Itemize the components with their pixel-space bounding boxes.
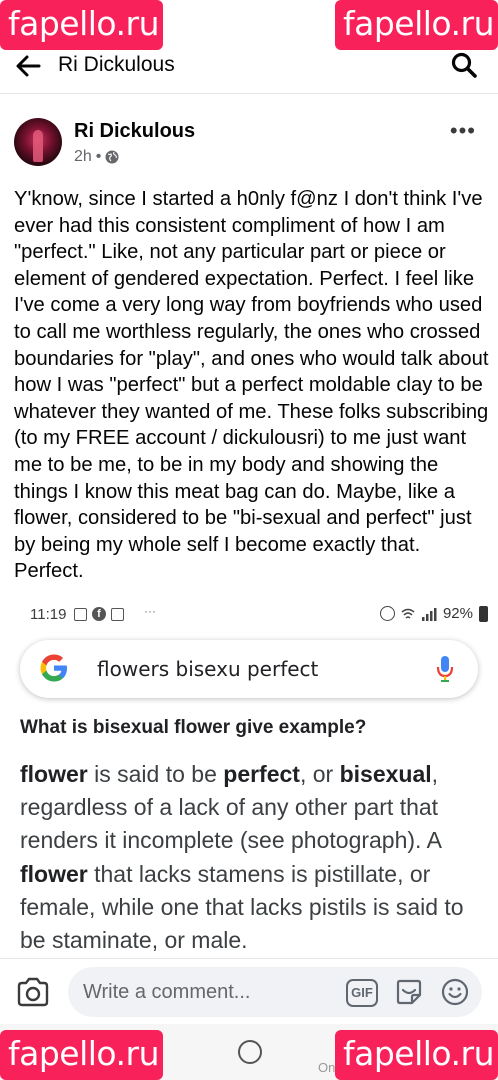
google-logo-icon — [40, 654, 67, 682]
answer-keyword: flower — [20, 860, 88, 887]
answer-text: is said to be — [87, 761, 224, 787]
gallery-icon — [74, 607, 87, 621]
embedded-status-bar: 11:19 f ··· 92% — [0, 600, 498, 630]
search-icon[interactable] — [450, 51, 478, 79]
comment-bar: Write a comment... GIF — [0, 958, 498, 1024]
home-button[interactable] — [238, 1040, 262, 1064]
post-text: Y'know, since I started a h0nly f@nz I d… — [14, 188, 489, 583]
gif-icon[interactable]: GIF — [346, 979, 378, 1007]
facebook-icon: f — [92, 607, 106, 621]
microphone-icon — [436, 656, 454, 682]
comment-input[interactable]: Write a comment... GIF — [68, 967, 482, 1017]
signal-icon — [421, 607, 437, 621]
camera-icon[interactable] — [16, 977, 50, 1007]
answer-keyword: flower — [20, 761, 88, 787]
post-meta: 2h • — [74, 148, 119, 166]
answer-text: , or — [299, 761, 340, 787]
globe-icon — [105, 150, 119, 164]
embedded-system-icons: 92% — [379, 605, 488, 622]
google-search-bar: flowers bisexu perfect — [20, 640, 478, 698]
more-notifications-icon: ··· — [144, 604, 156, 618]
watermark-top-right: fapello.ru — [335, 0, 498, 50]
alarm-icon — [379, 606, 395, 621]
answer-keyword: bisexual — [339, 761, 432, 787]
avatar[interactable] — [14, 118, 62, 166]
avatar-figure — [33, 130, 43, 162]
google-search-query: flowers bisexu perfect — [97, 657, 319, 681]
battery-icon — [479, 605, 488, 622]
wifi-icon — [401, 608, 415, 619]
emoji-icon[interactable] — [440, 977, 470, 1007]
calendar-icon — [111, 607, 124, 621]
watermark-bottom-left: fapello.ru — [0, 1030, 163, 1080]
watermark-bottom-right: fapello.ru — [335, 1030, 498, 1080]
search-answer: flower is said to be perfect, or bisexua… — [20, 758, 482, 957]
answer-keyword: perfect — [223, 761, 300, 787]
watermark-top-left: fapello.ru — [0, 0, 163, 50]
search-question: What is bisexual flower give example? — [20, 717, 367, 738]
meta-separator: • — [95, 148, 102, 165]
post-time[interactable]: 2h — [74, 148, 92, 166]
sticker-icon[interactable] — [394, 977, 424, 1007]
embedded-status-time: 11:19 — [30, 606, 67, 623]
page-title: Ri Dickulous — [58, 53, 175, 76]
post-header: Ri Dickulous 2h • ••• — [0, 112, 498, 172]
comment-placeholder: Write a comment... — [83, 981, 251, 1003]
battery-percent: 92% — [442, 605, 473, 622]
more-options-icon[interactable]: ••• — [450, 118, 476, 144]
post-author[interactable]: Ri Dickulous — [74, 120, 195, 143]
embedded-notification-icons: f — [74, 607, 124, 621]
back-arrow-icon[interactable] — [14, 52, 42, 80]
